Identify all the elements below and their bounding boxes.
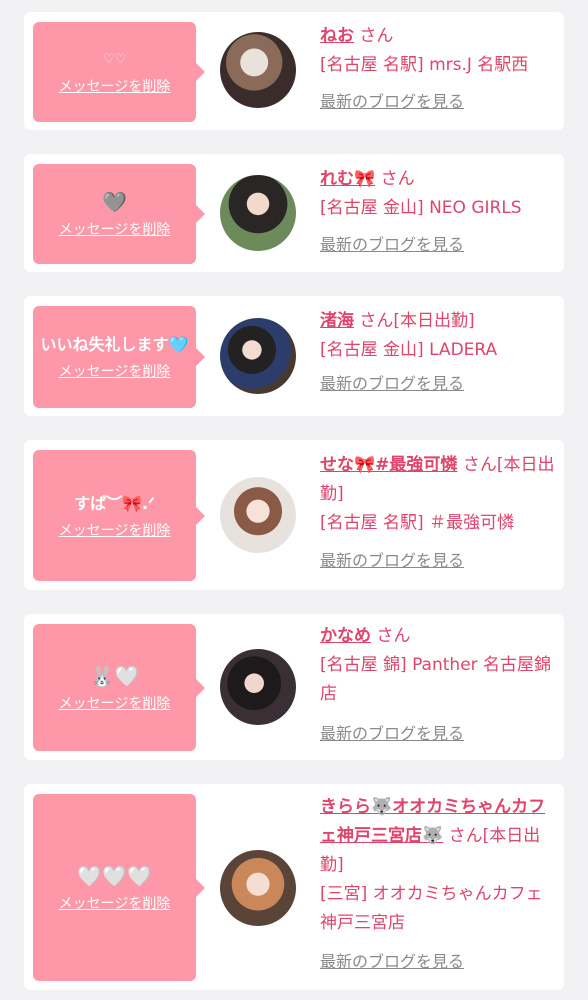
message-text: すぱ︶🎀.ᐟ — [74, 493, 155, 513]
latest-blog-link[interactable]: 最新のブログを見る — [320, 87, 464, 116]
message-text: いいね失礼します🩵 — [40, 335, 189, 354]
name-suffix: さん[本日出勤] — [359, 311, 475, 331]
profile-info: 渚海 さん[本日出勤] [名古屋 金山] LADERA 最新のブログを見る — [320, 307, 556, 399]
name-suffix: さん — [359, 26, 394, 46]
girl-name-link[interactable]: 渚海 — [320, 311, 354, 331]
name-suffix: さん — [376, 626, 411, 646]
like-card: 🤍🤍🤍 メッセージを削除 きらら🐺オオカミちゃんカフェ神戸三宮店🐺 さん[本日出… — [24, 784, 564, 990]
delete-message-link[interactable]: メッセージを削除 — [59, 695, 171, 713]
latest-blog-link[interactable]: 最新のブログを見る — [320, 719, 464, 748]
like-card: ♡♡ メッセージを削除 ねお さん [名古屋 名駅] mrs.J 名駅西 最新の… — [24, 12, 564, 130]
girl-name-link[interactable]: かなめ — [320, 626, 371, 646]
message-text: ♡♡ — [102, 52, 127, 67]
avatar[interactable] — [220, 477, 296, 553]
delete-message-link[interactable]: メッセージを削除 — [59, 895, 171, 913]
profile-info: れむ🎀 さん [名古屋 金山] NEO GIRLS 最新のブログを見る — [320, 165, 556, 260]
shop-info: [名古屋 錦] Panther 名古屋錦店 — [320, 655, 552, 704]
message-bubble: いいね失礼します🩵 メッセージを削除 — [33, 306, 205, 408]
message-bubble: 🐰🤍 メッセージを削除 — [33, 624, 205, 751]
profile-info: ねお さん [名古屋 名駅] mrs.J 名駅西 最新のブログを見る — [320, 22, 556, 117]
profile-info: せな🎀#最強可憐 さん[本日出勤] [名古屋 名駅] ＃最強可憐 最新のブログを… — [320, 451, 556, 576]
message-bubble: 🩶 メッセージを削除 — [33, 164, 205, 264]
delete-message-link[interactable]: メッセージを削除 — [59, 221, 171, 239]
avatar[interactable] — [220, 175, 296, 251]
shop-info: [名古屋 金山] LADERA — [320, 340, 498, 360]
delete-message-link[interactable]: メッセージを削除 — [59, 78, 171, 96]
avatar[interactable] — [220, 850, 296, 926]
avatar[interactable] — [220, 649, 296, 725]
girl-name-link[interactable]: ねお — [320, 26, 354, 46]
girl-name-link[interactable]: れむ🎀 — [320, 169, 375, 189]
message-text: 🐰🤍 — [89, 663, 140, 688]
avatar[interactable] — [220, 318, 296, 394]
message-text: 🤍🤍🤍 — [77, 863, 152, 888]
profile-info: かなめ さん [名古屋 錦] Panther 名古屋錦店 最新のブログを見る — [320, 622, 556, 749]
like-card: 🐰🤍 メッセージを削除 かなめ さん [名古屋 錦] Panther 名古屋錦店… — [24, 614, 564, 760]
message-bubble: ♡♡ メッセージを削除 — [33, 22, 205, 122]
latest-blog-link[interactable]: 最新のブログを見る — [320, 230, 464, 259]
message-text: 🩶 — [102, 190, 127, 214]
profile-info: きらら🐺オオカミちゃんカフェ神戸三宮店🐺 さん[本日出勤] [三宮] オオカミち… — [320, 793, 556, 977]
latest-blog-link[interactable]: 最新のブログを見る — [320, 369, 464, 398]
shop-info: [名古屋 名駅] mrs.J 名駅西 — [320, 55, 529, 75]
delete-message-link[interactable]: メッセージを削除 — [59, 363, 171, 381]
avatar[interactable] — [220, 32, 296, 108]
latest-blog-link[interactable]: 最新のブログを見る — [320, 546, 464, 575]
shop-info: [三宮] オオカミちゃんカフェ神戸三宮店 — [320, 884, 543, 933]
name-suffix: さん — [380, 169, 415, 189]
girl-name-link[interactable]: せな🎀#最強可憐 — [320, 455, 457, 475]
message-bubble: すぱ︶🎀.ᐟ メッセージを削除 — [33, 450, 205, 581]
like-card: いいね失礼します🩵 メッセージを削除 渚海 さん[本日出勤] [名古屋 金山] … — [24, 296, 564, 416]
shop-info: [名古屋 金山] NEO GIRLS — [320, 198, 522, 218]
shop-info: [名古屋 名駅] ＃最強可憐 — [320, 513, 515, 533]
latest-blog-link[interactable]: 最新のブログを見る — [320, 947, 464, 976]
like-card: 🩶 メッセージを削除 れむ🎀 さん [名古屋 金山] NEO GIRLS 最新の… — [24, 154, 564, 272]
like-card: すぱ︶🎀.ᐟ メッセージを削除 せな🎀#最強可憐 さん[本日出勤] [名古屋 名… — [24, 440, 564, 590]
delete-message-link[interactable]: メッセージを削除 — [59, 522, 171, 540]
message-bubble: 🤍🤍🤍 メッセージを削除 — [33, 794, 205, 981]
